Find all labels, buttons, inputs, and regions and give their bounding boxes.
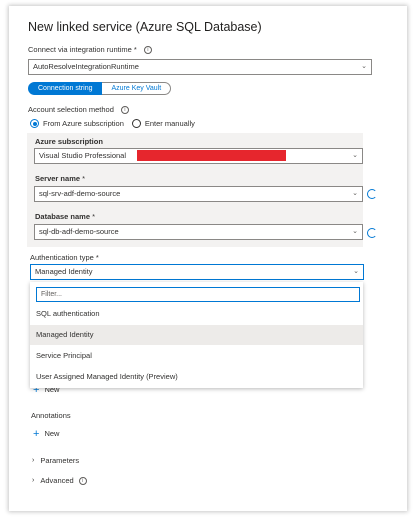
auth-type-select[interactable]: Managed Identity ⌄ xyxy=(30,264,364,280)
filter-input[interactable]: Filter... xyxy=(36,287,360,302)
server-name-select[interactable]: sql-srv-adf-demo-source ⌄ xyxy=(34,186,363,202)
option-managed-identity[interactable]: Managed Identity xyxy=(30,325,363,345)
chevron-down-icon: ⌄ xyxy=(361,63,367,70)
radio-from-subscription[interactable] xyxy=(30,119,39,128)
tab-connection-string[interactable]: Connection string xyxy=(28,82,103,95)
info-icon: i xyxy=(143,46,152,54)
chevron-down-icon: ⌄ xyxy=(352,190,358,197)
option-user-assigned-managed-identity[interactable]: User Assigned Managed Identity (Preview) xyxy=(30,367,363,387)
option-sql-authentication[interactable]: SQL authentication xyxy=(30,304,363,324)
account-selection-radios: From Azure subscription Enter manually xyxy=(30,119,195,128)
chevron-down-icon: ⌄ xyxy=(352,152,358,159)
connection-tabs: Connection string Azure Key Vault xyxy=(28,82,172,95)
annotations-label: Annotations xyxy=(31,411,71,420)
database-name-label: Database name * xyxy=(35,212,96,221)
advanced-expander[interactable]: › Advanced i xyxy=(32,476,87,485)
new-annotation-button[interactable]: + New xyxy=(33,427,59,440)
ir-select[interactable]: AutoResolveIntegrationRuntime ⌄ xyxy=(28,59,372,75)
chevron-down-icon: ⌄ xyxy=(352,228,358,235)
linked-service-panel: New linked service (Azure SQL Database) … xyxy=(9,6,407,511)
radio-enter-manually[interactable] xyxy=(131,119,141,128)
chevron-right-icon: › xyxy=(32,457,35,464)
redaction-bar xyxy=(137,150,286,161)
parameters-expander[interactable]: › Parameters xyxy=(32,456,79,465)
ir-label: Connect via integration runtime * i xyxy=(28,45,152,54)
subscription-label: Azure subscription xyxy=(35,137,103,146)
chevron-down-icon: ⌄ xyxy=(353,268,359,275)
refresh-icon[interactable] xyxy=(367,228,377,238)
info-icon: i xyxy=(78,476,87,485)
server-name-label: Server name * xyxy=(35,174,86,183)
account-selection-label: Account selection method i xyxy=(28,105,129,114)
chevron-right-icon: › xyxy=(32,477,35,484)
option-service-principal[interactable]: Service Principal xyxy=(30,346,363,366)
database-name-select[interactable]: sql-db-adf-demo-source ⌄ xyxy=(34,224,363,240)
auth-type-dropdown: Filter... SQL authentication Managed Ide… xyxy=(30,282,363,388)
info-icon: i xyxy=(120,106,129,114)
plus-icon: + xyxy=(33,427,40,440)
panel-title: New linked service (Azure SQL Database) xyxy=(28,20,262,34)
refresh-icon[interactable] xyxy=(367,189,377,199)
auth-type-label: Authentication type * xyxy=(30,253,99,262)
tab-azure-key-vault[interactable]: Azure Key Vault xyxy=(102,82,172,95)
